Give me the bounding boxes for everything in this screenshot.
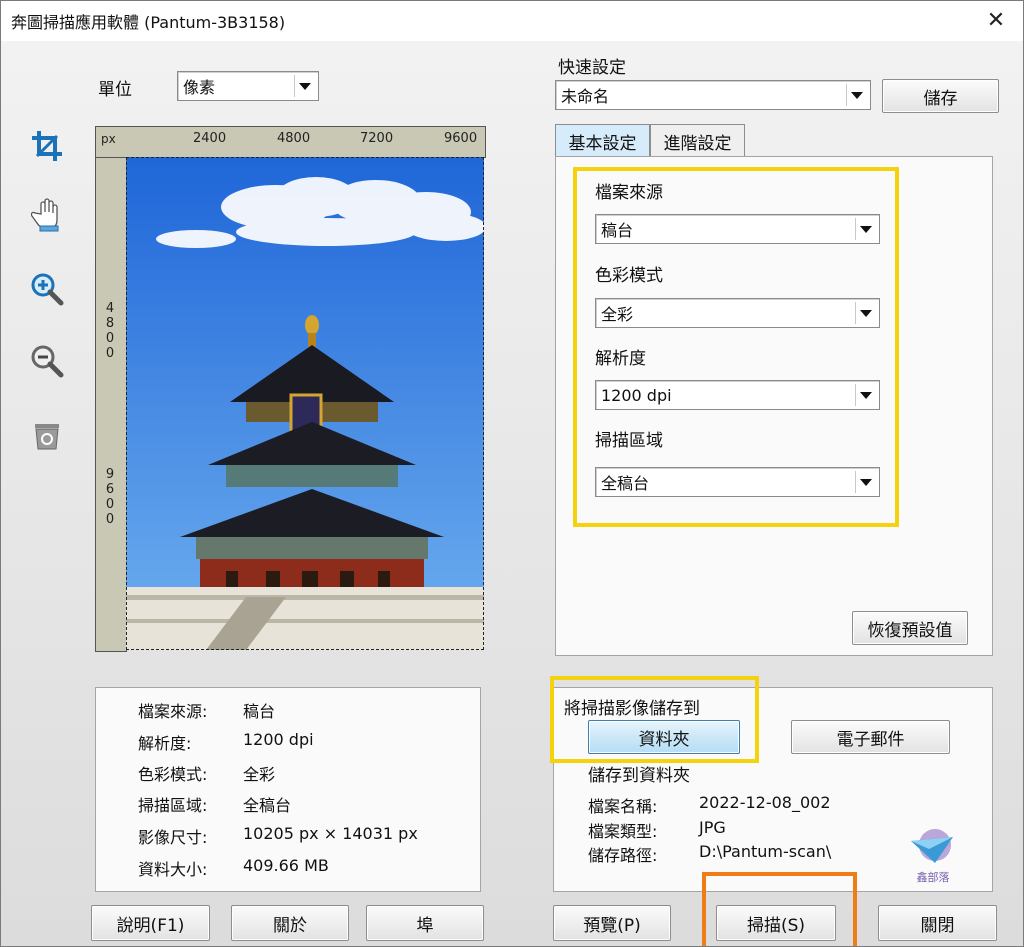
- summary-label: 色彩模式:: [138, 765, 208, 784]
- unit-select-value: 像素: [183, 78, 216, 97]
- horizontal-ruler: px 2400 4800 7200 9600: [95, 126, 486, 158]
- vertical-ruler: 4800 9600: [95, 126, 127, 652]
- title-bar: 奔圖掃描應用軟體 (Pantum-3B3158) ✕: [1, 1, 1023, 41]
- summary-label: 解析度:: [138, 734, 192, 753]
- recycle-bin-icon[interactable]: [29, 418, 65, 454]
- close-icon[interactable]: ✕: [983, 8, 1009, 34]
- summary-value: 全稿台: [243, 796, 292, 815]
- save-to-folder-subtitle: 儲存到資料夾: [588, 766, 690, 786]
- ruler-tick-9600: 9600: [105, 467, 115, 527]
- scanner-window: 奔圖掃描應用軟體 (Pantum-3B3158) ✕ 單位 像素 快速設定 未命…: [0, 0, 1024, 947]
- ruler-tick-4800: 4800: [105, 301, 115, 361]
- summary-label: 影像尺寸:: [138, 828, 208, 847]
- ruler-tick-9600: 9600: [444, 131, 478, 146]
- scan-preview-area[interactable]: [126, 157, 486, 650]
- chevron-down-icon[interactable]: [846, 84, 867, 106]
- scan-selection-frame[interactable]: [126, 157, 484, 650]
- help-button[interactable]: 說明(F1): [91, 905, 210, 941]
- filetype-value: JPG: [699, 818, 726, 837]
- watermark-text: 鑫部落: [916, 871, 950, 884]
- unit-label: 單位: [98, 80, 132, 100]
- save-preset-button[interactable]: 儲存: [882, 79, 999, 113]
- zoom-in-icon[interactable]: [29, 271, 65, 307]
- ruler-unit: px: [101, 132, 116, 146]
- hand-icon[interactable]: [29, 197, 65, 233]
- filename-value: 2022-12-08_002: [699, 793, 831, 812]
- summary-label: 檔案來源:: [138, 702, 208, 721]
- scan-highlight-box: [702, 872, 857, 946]
- quick-settings-label: 快速設定: [558, 58, 626, 78]
- summary-value: 10205 px × 14031 px: [243, 824, 418, 843]
- summary-value: 409.66 MB: [243, 856, 329, 875]
- zoom-out-icon[interactable]: [29, 343, 65, 379]
- unit-select[interactable]: 像素: [177, 71, 319, 101]
- summary-value: 1200 dpi: [243, 730, 314, 749]
- watermark-logo: 鑫部落: [905, 827, 961, 884]
- port-button[interactable]: 埠: [366, 905, 484, 941]
- summary-value: 全彩: [243, 765, 276, 784]
- crop-icon[interactable]: [29, 128, 65, 164]
- filename-label: 檔案名稱:: [588, 797, 658, 816]
- save-to-highlight-box: [550, 676, 759, 763]
- email-button[interactable]: 電子郵件: [791, 720, 950, 754]
- quick-settings-value: 未命名: [561, 87, 610, 106]
- window-title: 奔圖掃描應用軟體 (Pantum-3B3158): [11, 13, 286, 32]
- save-path-label: 儲存路徑:: [588, 846, 658, 865]
- ruler-tick-4800: 4800: [277, 131, 311, 146]
- about-button[interactable]: 關於: [231, 905, 349, 941]
- paper-plane-icon: [911, 829, 953, 863]
- close-button[interactable]: 關閉: [878, 905, 997, 941]
- quick-settings-select[interactable]: 未命名: [555, 80, 871, 110]
- filetype-label: 檔案類型:: [588, 822, 658, 841]
- summary-value: 稿台: [243, 702, 276, 721]
- restore-defaults-button[interactable]: 恢復預設值: [852, 611, 968, 645]
- ruler-tick-7200: 7200: [360, 131, 394, 146]
- summary-label: 掃描區域:: [138, 796, 208, 815]
- preview-button[interactable]: 預覽(P): [553, 905, 671, 941]
- save-path-value: D:\Pantum-scan\: [699, 842, 832, 861]
- tab-advanced-settings[interactable]: 進階設定: [650, 124, 745, 157]
- tab-basic-settings[interactable]: 基本設定: [555, 124, 650, 157]
- ruler-tick-2400: 2400: [193, 131, 227, 146]
- settings-highlight-box: [573, 167, 899, 527]
- chevron-down-icon[interactable]: [294, 75, 315, 97]
- summary-label: 資料大小:: [138, 860, 208, 879]
